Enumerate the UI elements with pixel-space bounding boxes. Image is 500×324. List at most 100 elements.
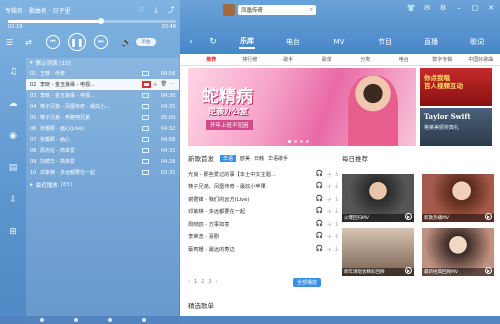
mv-icon[interactable] (142, 159, 149, 164)
message-icon[interactable]: ✉ (423, 4, 431, 12)
carousel-dot[interactable] (288, 140, 291, 143)
share-icon[interactable]: ⤴ (167, 6, 175, 14)
mv-icon[interactable] (142, 148, 149, 153)
daily-card[interactable]: 火爆回归MV ▶ (342, 174, 414, 222)
headphones-icon[interactable]: 🎧 (316, 220, 323, 229)
recent-playlist-header[interactable]: ▸ 最近播放 [85] (26, 179, 179, 190)
add-icon[interactable]: ＋ (326, 182, 332, 191)
playlist-row[interactable]: 07 张靓颖 - 画心 04:08 (26, 134, 179, 145)
subtab-categories[interactable]: 分类 (346, 56, 385, 63)
playlist-row[interactable]: 06 张靓颖 - 画心(Live) 04:32 (26, 123, 179, 134)
playlist-row[interactable]: 03 李晓 - 金玉良缘 - 电视... 04:30 (26, 90, 179, 101)
tab-live[interactable]: 直播 (408, 37, 454, 47)
collapse-icon[interactable]: ▾ (30, 60, 33, 66)
document-icon[interactable]: ▤ (7, 162, 19, 174)
apps-grid-icon[interactable]: ⊞ (7, 226, 19, 238)
tab-radio[interactable]: 电台 (270, 37, 316, 47)
subtab-china-good-song[interactable]: 中国好歌曲 (462, 56, 500, 63)
close-icon[interactable]: ✕ (487, 4, 495, 12)
list-item[interactable]: 周晓鸥 - 万事如意 🎧 ＋ ⤓ (188, 218, 338, 231)
next-button[interactable]: ⏭ (93, 35, 108, 49)
prev-button[interactable]: ⏮ (45, 35, 60, 49)
pause-button[interactable]: ❚❚ (67, 33, 86, 51)
add-icon[interactable]: ＋ (326, 170, 332, 179)
download-icon[interactable]: ⤓ (335, 207, 338, 216)
prev-page-icon[interactable]: ‹ (188, 279, 190, 285)
hero-banner[interactable]: 蛇精病 逆袭办公室 开年上班不犯困 (188, 68, 416, 146)
play-icon[interactable]: ▶ (485, 213, 492, 220)
next-page-icon[interactable]: › (216, 279, 218, 285)
headphones-icon[interactable]: 🎧 (316, 232, 323, 241)
refresh-icon[interactable]: ↻ (202, 37, 224, 47)
ad-taylor-swift[interactable]: Taylor Swift 格莱美颁奖典礼 (420, 108, 492, 146)
headphones-icon[interactable]: 🎧 (316, 195, 323, 204)
list-item[interactable]: 筷子兄弟、凤凰传奇 - 最炫小苹果 🎧 ＋ ⤓ (188, 181, 338, 194)
add-icon[interactable]: ＋ (326, 245, 332, 254)
list-item[interactable]: 光良 - 那些爱过的事【本土中文主题... 🎧 ＋ ⤓ (188, 168, 338, 181)
play-icon[interactable]: ▶ (405, 213, 412, 220)
download-icon[interactable]: ⤓ (335, 220, 338, 229)
new-songs-tab-artists[interactable]: 华语歌手 (268, 155, 288, 162)
music-note-icon[interactable]: ♫ (7, 66, 19, 78)
carousel-dot[interactable] (300, 140, 303, 143)
radio-icon[interactable]: ◉ (7, 130, 19, 142)
download-icon[interactable]: ⤓ (335, 170, 338, 179)
list-item[interactable]: 李荣浩 - 喜剧 🎧 ＋ ⤓ (188, 231, 338, 244)
subtab-playlists[interactable]: 歌单 (308, 56, 347, 63)
new-songs-tab-jpkr[interactable]: 日韩 (254, 155, 264, 162)
subtab-radio[interactable]: 电台 (385, 56, 424, 63)
page-number[interactable]: 2 (201, 279, 204, 285)
download-icon[interactable]: ⤓ (335, 195, 338, 204)
daily-card[interactable]: 新歌热播MV ▶ (422, 174, 494, 222)
menu-icon[interactable]: ☰ (6, 38, 13, 47)
ad-video-interaction[interactable]: 你点我唱 百人视频互动 (420, 68, 492, 106)
tab-library[interactable]: 乐库 (224, 36, 270, 49)
volume-icon[interactable]: 🔈 (122, 38, 132, 47)
headphones-icon[interactable]: 🎧 (316, 182, 323, 191)
download-icon[interactable]: ⤓ (335, 232, 338, 241)
list-item[interactable]: 蔡珂姗 - 最远的寿边 🎧 ＋ ⤓ (188, 243, 338, 256)
page-number[interactable]: 3 (208, 279, 211, 285)
page-number[interactable]: 1 (194, 279, 197, 285)
playlist-row[interactable]: 08 周杰伦 - 简单爱 04:31 (26, 145, 179, 156)
more-icon[interactable]: ⋯ (170, 81, 175, 88)
shuffle-icon[interactable]: ⇄ (25, 38, 32, 47)
play-icon[interactable]: ▶ (485, 267, 492, 274)
play-all-button[interactable]: 全部播放 (293, 278, 322, 287)
add-icon[interactable]: ＋ (153, 81, 158, 88)
subtab-recommend[interactable]: 推荐 (192, 56, 231, 63)
playlist-row[interactable]: 09 刘德华 - 简单爱 04:28 (26, 156, 179, 167)
add-icon[interactable]: ＋ (326, 220, 332, 229)
minimize-icon[interactable]: – (455, 4, 463, 12)
carousel-dot[interactable] (294, 140, 297, 143)
list-item[interactable]: 邓紫棋 - 多远都要在一起 🎧 ＋ ⤓ (188, 206, 338, 219)
back-arrow-icon[interactable]: ‹ (180, 37, 202, 47)
download-icon[interactable]: ⤓ (152, 6, 160, 14)
new-songs-tab-western[interactable]: 欧美 (240, 155, 250, 162)
playlist-row[interactable]: 10 邓紫棋 - 多远都要在一起 03:31 (26, 167, 179, 178)
settings-icon[interactable]: ⚙ (439, 4, 447, 12)
subtab-charts[interactable]: 排行榜 (231, 56, 270, 63)
playlist-header[interactable]: ▾ 默认列表 [10] (26, 58, 179, 68)
headphones-icon[interactable]: 🎧 (316, 207, 323, 216)
mv-icon[interactable] (142, 137, 149, 142)
tab-mv[interactable]: MV (316, 38, 362, 46)
daily-card[interactable]: 最新经典回顾MV ▶ (422, 228, 494, 276)
mv-icon[interactable] (142, 93, 149, 98)
playlist-row[interactable]: 04 筷子兄弟 - 凤凰传奇 - 最炫小... 04:35 (26, 101, 179, 112)
headphones-icon[interactable]: 🎧 (316, 170, 323, 179)
search-icon[interactable]: ⌕ (310, 6, 313, 14)
subtab-artists[interactable]: 歌手 (269, 56, 308, 63)
avatar[interactable] (223, 4, 235, 16)
mv-icon[interactable] (142, 170, 149, 175)
add-icon[interactable]: ＋ (326, 195, 332, 204)
daily-card[interactable]: 跨年演唱会精彩回顾 ▶ (342, 228, 414, 276)
delete-icon[interactable]: 🗑 (161, 81, 167, 88)
play-icon[interactable]: ▶ (405, 267, 412, 274)
download-icon[interactable]: ⤓ (335, 182, 338, 191)
subtab-digital-album[interactable]: 数字专辑 (423, 56, 462, 63)
search-input[interactable]: 凤凰传奇 ⌕ (238, 5, 316, 15)
carousel-dot[interactable] (306, 140, 309, 143)
mv-icon[interactable] (142, 115, 149, 120)
expand-icon[interactable]: ▸ (30, 182, 33, 188)
